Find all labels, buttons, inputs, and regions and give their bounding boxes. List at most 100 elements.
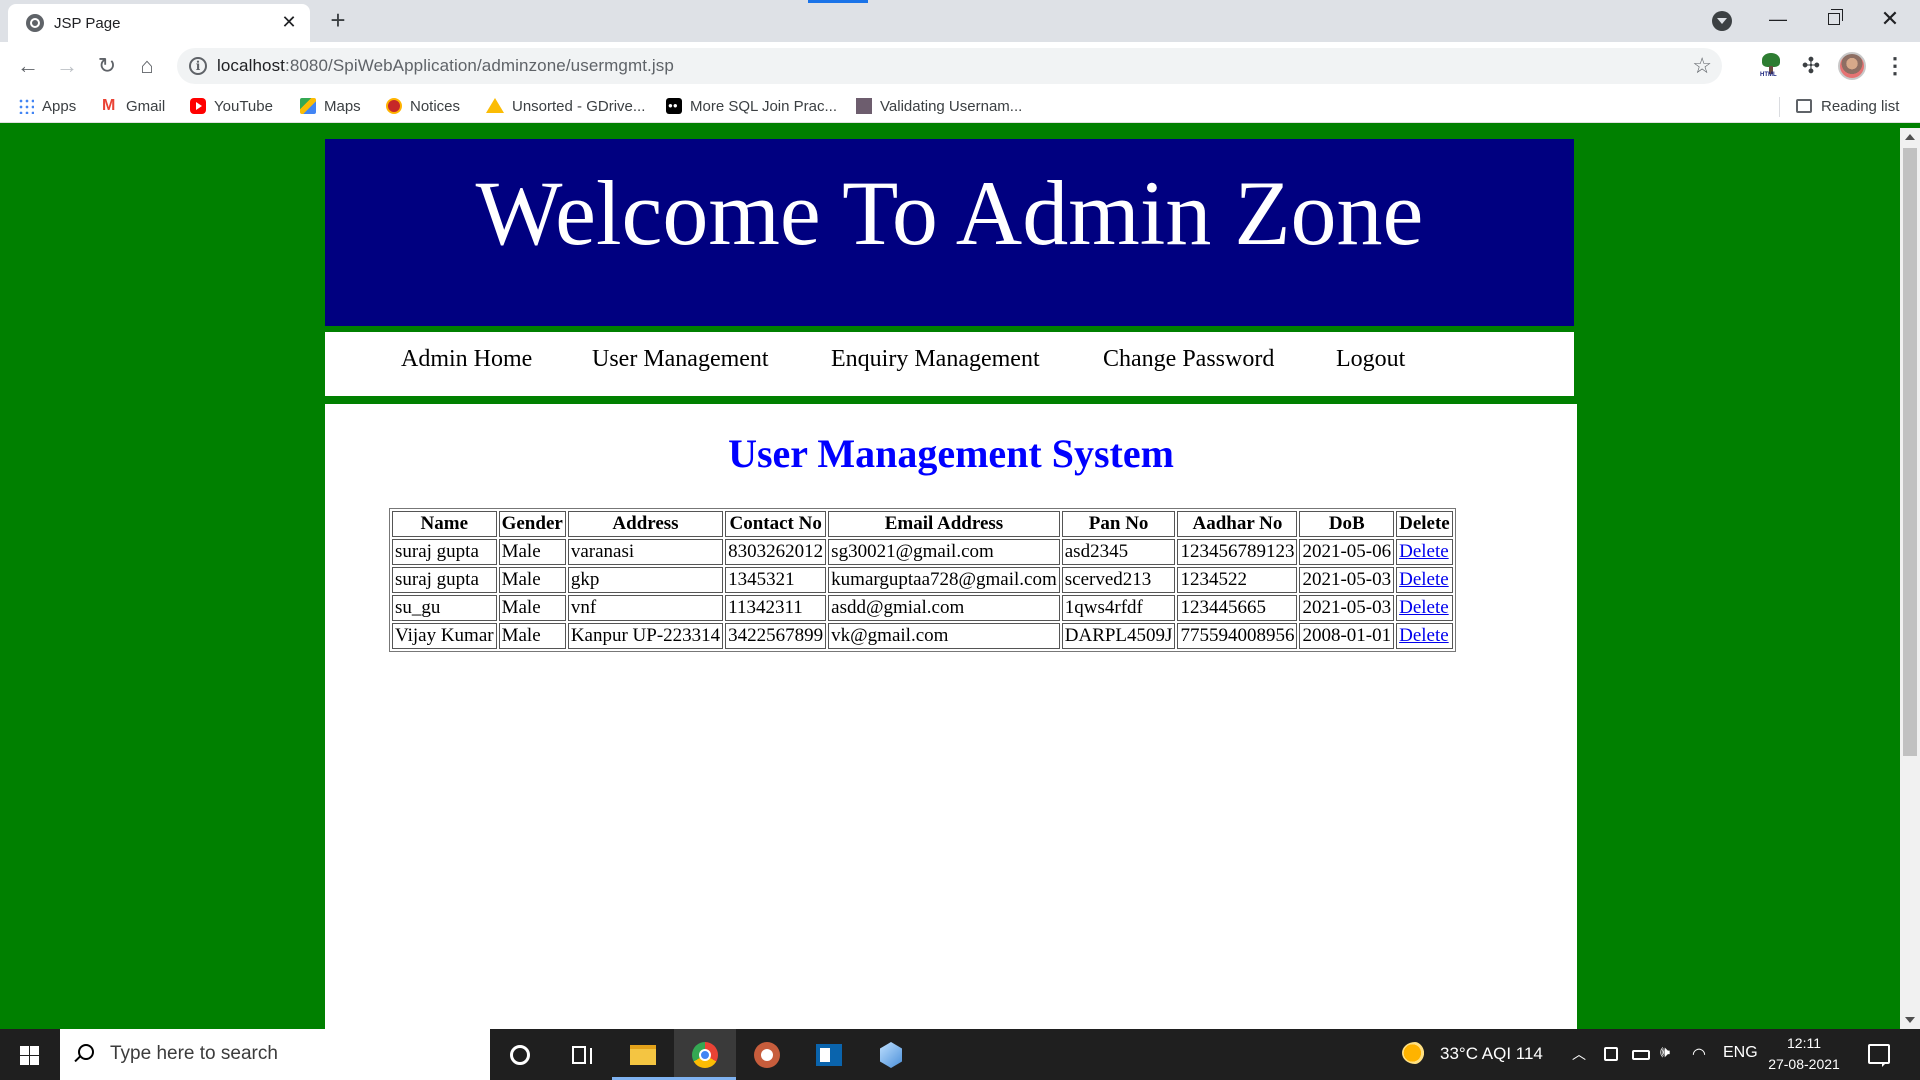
bookmark-label: Notices (410, 98, 461, 115)
bookmark-apps[interactable]: Apps (18, 96, 76, 118)
column-header: Name (392, 511, 497, 537)
reading-list-button[interactable]: Reading list (1796, 96, 1899, 118)
cell-email: vk@gmail.com (828, 623, 1060, 649)
chrome-taskbar-button[interactable] (674, 1029, 736, 1080)
nav-logout[interactable]: Logout (1336, 346, 1405, 373)
profile-avatar[interactable] (1838, 52, 1866, 80)
nav-enquiry-management[interactable]: Enquiry Management (831, 346, 1040, 373)
delete-link[interactable]: Delete (1399, 569, 1449, 590)
scroll-up-arrow-icon[interactable] (1905, 134, 1915, 140)
tab-search-icon[interactable] (1712, 11, 1732, 31)
cell-name: suraj gupta (392, 567, 497, 593)
cell-address: Kanpur UP-223314 (567, 623, 724, 649)
bookmark-sql-join[interactable]: More SQL Join Prac... (666, 95, 837, 118)
cell-dob: 2008-01-01 (1299, 623, 1395, 649)
start-button[interactable] (0, 1029, 58, 1080)
address-bar[interactable]: i localhost:8080/SpiWebApplication/admin… (177, 48, 1722, 84)
cell-pan: scerved213 (1061, 567, 1176, 593)
url-path: :8080/SpiWebApplication/adminzone/usermg… (285, 56, 674, 75)
bookmark-youtube[interactable]: YouTube (190, 96, 273, 118)
column-header: Gender (498, 511, 566, 537)
back-button[interactable]: ← (14, 52, 42, 80)
bookmark-label: Gmail (126, 98, 166, 115)
meet-now-icon[interactable] (1604, 1047, 1618, 1061)
file-explorer-button[interactable] (612, 1029, 674, 1080)
clock-date: 27-08-2021 (1768, 1056, 1840, 1072)
bookmarks-bar: Apps Gmail YouTube Maps Notices Unsorted… (0, 90, 1920, 123)
scrollbar-thumb[interactable] (1903, 148, 1917, 756)
app-cube-button[interactable] (860, 1029, 922, 1080)
forward-button[interactable]: → (53, 52, 81, 80)
delete-link[interactable]: Delete (1399, 625, 1449, 646)
url-text[interactable]: localhost:8080/SpiWebApplication/adminzo… (217, 56, 674, 76)
browser-menu-icon[interactable]: ⋮ (1884, 52, 1906, 80)
weather-text[interactable]: 33°C AQI 114 (1440, 1044, 1543, 1064)
task-view-icon (572, 1046, 592, 1064)
maps-icon (300, 98, 316, 114)
cell-delete: Delete (1396, 623, 1453, 649)
wifi-icon[interactable]: ◠ (1692, 1044, 1706, 1064)
admin-nav: Admin Home User Management Enquiry Manag… (325, 332, 1574, 396)
scroll-down-arrow-icon[interactable] (1905, 1017, 1915, 1023)
cell-pan: 1qws4rfdf (1061, 595, 1176, 621)
html-tree-extension-icon[interactable]: HTML (1758, 53, 1784, 79)
media-player-button[interactable] (736, 1029, 798, 1080)
new-tab-button[interactable]: + (324, 7, 352, 35)
notifications-icon[interactable] (1868, 1044, 1890, 1067)
show-hidden-icons-chevron-icon[interactable]: ︿ (1572, 1044, 1586, 1064)
users-table: Name Gender Address Contact No Email Add… (389, 508, 1456, 652)
cell-aadhar: 775594008956 (1177, 623, 1298, 649)
table-row: Vijay Kumar Male Kanpur UP-223314 342256… (392, 623, 1453, 649)
cell-dob: 2021-05-03 (1299, 595, 1395, 621)
outlook-button[interactable] (798, 1029, 860, 1080)
cortana-button[interactable] (488, 1029, 550, 1080)
home-button[interactable]: ⌂ (133, 52, 161, 80)
bookmark-gdrive[interactable]: Unsorted - GDrive... (486, 96, 645, 118)
page-scrollbar[interactable] (1900, 128, 1920, 1029)
nav-admin-home[interactable]: Admin Home (401, 346, 532, 373)
taskbar-search-box[interactable]: Type here to search (60, 1029, 490, 1080)
cell-contact: 1345321 (725, 567, 827, 593)
task-view-button[interactable] (550, 1029, 612, 1080)
delete-link[interactable]: Delete (1399, 541, 1449, 562)
cell-aadhar: 123456789123 (1177, 539, 1298, 565)
main-content: User Management System Name Gender Addre… (325, 404, 1577, 1029)
windows-logo-icon (20, 1046, 39, 1065)
bookmark-validating[interactable]: Validating Usernam... (856, 96, 1022, 118)
page-viewport: Welcome To Admin Zone Admin Home User Ma… (0, 128, 1900, 1029)
bookmark-label: YouTube (214, 98, 273, 115)
reload-button[interactable]: ↻ (93, 52, 121, 80)
nav-user-management[interactable]: User Management (592, 346, 769, 373)
nav-change-password[interactable]: Change Password (1103, 346, 1274, 373)
column-header: Pan No (1061, 511, 1176, 537)
bookmark-notices[interactable]: Notices (386, 96, 460, 118)
windows-taskbar: Type here to search 33°C AQI 114 ︿ 🕪 ◠ E… (0, 1029, 1920, 1080)
search-placeholder: Type here to search (110, 1043, 278, 1064)
site-info-icon[interactable]: i (189, 57, 207, 75)
bookmark-star-icon[interactable]: ☆ (1692, 53, 1712, 79)
bookmark-maps[interactable]: Maps (300, 96, 361, 118)
extensions-puzzle-icon[interactable]: ✣ (1798, 53, 1824, 79)
bookmark-gmail[interactable]: Gmail (102, 95, 166, 118)
cell-pan: DARPL4509J (1061, 623, 1176, 649)
column-header: Address (567, 511, 724, 537)
browser-tab[interactable]: JSP Page ✕ (8, 4, 310, 42)
restore-button[interactable] (1806, 0, 1862, 38)
clock[interactable]: 12:11 27-08-2021 (1768, 1033, 1840, 1075)
battery-icon[interactable] (1632, 1050, 1650, 1060)
url-host: localhost (217, 56, 285, 75)
cell-gender: Male (498, 623, 566, 649)
close-tab-icon[interactable]: ✕ (278, 11, 300, 33)
language-indicator[interactable]: ENG (1723, 1044, 1758, 1062)
bookmarks-separator (1779, 97, 1780, 117)
delete-link[interactable]: Delete (1399, 597, 1449, 618)
cell-dob: 2021-05-06 (1299, 539, 1395, 565)
section-title: User Management System (728, 431, 1174, 476)
weather-icon[interactable] (1402, 1042, 1428, 1064)
bookmark-label: Maps (324, 98, 361, 115)
volume-icon[interactable]: 🕪 (1660, 1044, 1670, 1062)
cell-aadhar: 123445665 (1177, 595, 1298, 621)
close-window-button[interactable]: ✕ (1862, 0, 1918, 38)
cell-delete: Delete (1396, 567, 1453, 593)
minimize-button[interactable]: — (1750, 0, 1806, 38)
